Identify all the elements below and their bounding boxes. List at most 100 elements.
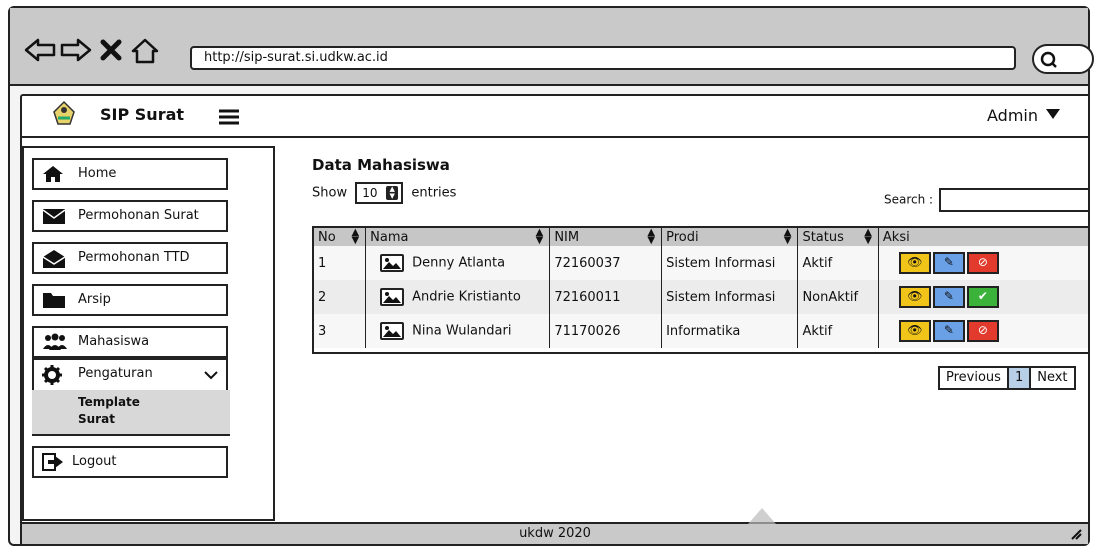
next-button[interactable]: Next: [1029, 366, 1076, 390]
cell-status: NonAktif: [797, 280, 879, 314]
eye-icon: 👁: [907, 323, 923, 337]
sign-out-icon: [42, 453, 63, 471]
col-header-status[interactable]: Status ▲ ▼: [797, 227, 879, 246]
user-name: Admin: [987, 106, 1038, 125]
cell-status: Aktif: [797, 314, 879, 348]
sidebar-item-arsip[interactable]: Arsip: [32, 284, 228, 316]
browser-toolbar: http://sip-surat.si.udkw.ac.id: [10, 8, 1094, 86]
cell-prodi: Informatika: [661, 314, 799, 348]
sidebar-item-mahasiswa[interactable]: Mahasiswa: [32, 326, 228, 358]
eye-icon: 👁: [907, 255, 923, 269]
sidebar-item-label: Mahasiswa: [78, 334, 150, 349]
envelope-icon: [42, 209, 66, 224]
col-header-aksi: Aksi: [878, 228, 1088, 246]
edit-button[interactable]: ✎: [932, 320, 965, 342]
edit-button[interactable]: ✎: [932, 252, 965, 274]
table-row: 2 Andrie Kristianto 72160011 Sistem Info…: [314, 280, 1088, 314]
cell-aksi: 👁 ✎ ⊘: [878, 246, 1088, 280]
previous-button[interactable]: Previous: [938, 366, 1009, 390]
hamburger-menu-icon[interactable]: [218, 108, 240, 126]
table-row: 1 Denny Atlanta 72160037 Sistem Informas…: [314, 246, 1088, 280]
caret-down-icon: [1046, 109, 1060, 119]
search-input[interactable]: [938, 188, 1088, 212]
submenu-label-line2: Surat: [78, 412, 115, 426]
table-header-row: No ▲ ▼ Nama ▲ ▼ NIM ▲ ▼ Prodi ▲ ▼ Status ▲ ▼ Aksi: [314, 228, 1088, 246]
col-header-no[interactable]: No ▲ ▼: [314, 228, 367, 246]
sidebar: Home Permohonan Surat Permohonan TTD Ars…: [22, 146, 275, 521]
sidebar-item-label: Permohonan TTD: [78, 250, 190, 265]
sidebar-item-label: Logout: [72, 454, 117, 469]
ban-icon: ⊘: [977, 255, 988, 269]
deactivate-button[interactable]: ⊘: [966, 252, 999, 274]
edit-button[interactable]: ✎: [932, 286, 965, 308]
entries-control: Show 10 ▲ ▼ entries: [312, 182, 456, 204]
address-bar[interactable]: http://sip-surat.si.udkw.ac.id: [190, 46, 1016, 70]
brand-name: SIP Surat: [100, 105, 185, 124]
view-button[interactable]: 👁: [898, 286, 931, 308]
image-placeholder-icon: [380, 254, 405, 272]
app-container: SIP Surat Admin Home Permohonan Surat Pe…: [20, 94, 1088, 544]
entries-label: entries: [411, 185, 457, 201]
users-icon: [43, 333, 67, 350]
entries-value: 10: [362, 186, 378, 200]
page-1-button[interactable]: 1: [1006, 366, 1032, 390]
forward-arrow-icon[interactable]: [60, 38, 92, 62]
col-header-nim[interactable]: NIM ▲ ▼: [549, 227, 663, 246]
browser-window: http://sip-surat.si.udkw.ac.id SIP Surat…: [8, 6, 1094, 546]
chevron-down-icon: [204, 371, 218, 380]
cell-nim: 72160037: [549, 246, 663, 280]
gear-icon: [42, 365, 62, 385]
browser-search-button[interactable]: [1032, 44, 1094, 74]
sidebar-item-label: Arsip: [78, 292, 111, 307]
cell-nama: Andrie Kristianto: [365, 280, 551, 314]
sidebar-item-label: Pengaturan: [78, 366, 153, 381]
sidebar-item-logout[interactable]: Logout: [32, 446, 228, 478]
view-button[interactable]: 👁: [898, 252, 931, 274]
image-placeholder-icon: [380, 322, 405, 340]
sidebar-item-permohonan-ttd[interactable]: Permohonan TTD: [32, 242, 228, 274]
table-row: 3 Nina Wulandari 71170026 Informatika Ak…: [314, 314, 1088, 348]
page-title: Data Mahasiswa: [312, 156, 450, 174]
view-button[interactable]: 👁: [898, 320, 931, 342]
close-x-icon[interactable]: [100, 38, 122, 62]
sort-icon: ▲ ▼: [535, 227, 544, 246]
show-label: Show: [312, 185, 348, 201]
data-table: No ▲ ▼ Nama ▲ ▼ NIM ▲ ▼ Prodi ▲ ▼ Status ▲ ▼ Aksi …: [312, 226, 1088, 354]
sidebar-item-permohonan-surat[interactable]: Permohonan Surat: [32, 200, 228, 232]
submenu-template-surat[interactable]: Template Surat: [32, 390, 230, 436]
cell-nim: 71170026: [549, 314, 663, 348]
sort-icon: ▲ ▼: [647, 227, 656, 246]
sort-icon: ▲ ▼: [783, 227, 792, 246]
entries-select[interactable]: 10 ▲ ▼: [355, 182, 404, 204]
resize-grip-icon[interactable]: [1070, 528, 1082, 540]
col-header-prodi[interactable]: Prodi ▲ ▼: [661, 227, 799, 246]
cell-nama: Nina Wulandari: [365, 314, 551, 348]
envelope-open-icon: [42, 250, 66, 268]
home-icon: [43, 166, 63, 182]
eye-icon: 👁: [907, 289, 923, 303]
pagination: Previous 1 Next: [938, 366, 1076, 390]
activate-button[interactable]: ✔: [966, 286, 999, 308]
back-arrow-icon[interactable]: [24, 38, 56, 62]
edit-icon: ✎: [943, 255, 954, 269]
sort-icon: ▲ ▼: [864, 227, 872, 246]
logo-icon: [53, 100, 75, 125]
sidebar-item-label: Home: [78, 166, 117, 181]
submenu-label-line1: Template: [78, 395, 140, 409]
image-placeholder-icon: [380, 288, 405, 306]
col-header-nama[interactable]: Nama ▲ ▼: [365, 227, 551, 246]
edit-icon: ✎: [943, 289, 954, 303]
footer-text: ukdw 2020: [519, 526, 591, 541]
user-menu[interactable]: Admin: [987, 106, 1060, 125]
sidebar-item-pengaturan[interactable]: Pengaturan: [32, 358, 228, 390]
sidebar-item-home[interactable]: Home: [32, 158, 228, 190]
folder-icon: [43, 293, 65, 308]
cell-prodi: Sistem Informasi: [661, 280, 799, 314]
cell-nama: Denny Atlanta: [365, 246, 551, 280]
deactivate-button[interactable]: ⊘: [966, 320, 999, 342]
home-icon[interactable]: [130, 38, 160, 64]
search-label: Search :: [884, 192, 934, 207]
cell-status: Aktif: [797, 246, 879, 280]
cell-no: 1: [314, 246, 367, 280]
cell-nim: 72160011: [549, 280, 663, 314]
